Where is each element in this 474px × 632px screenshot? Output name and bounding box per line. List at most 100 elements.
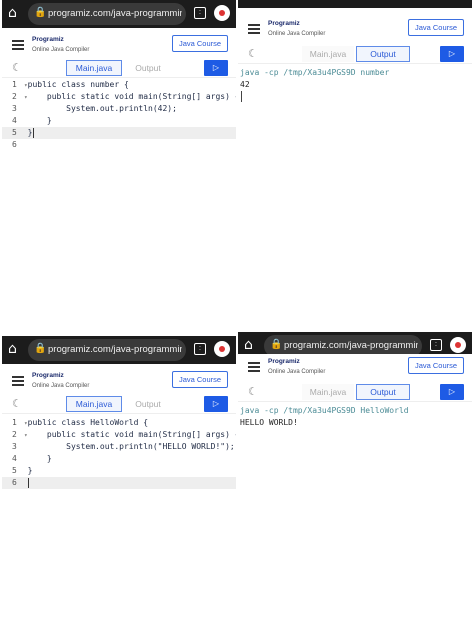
output-cursor [241,91,242,102]
code-editor[interactable]: 1 ▾public class number {2 ▾ public static … [2,79,236,298]
menu-icon[interactable] [12,40,24,50]
code-line[interactable]: 3 System.out.println(42); [2,103,236,115]
code-editor[interactable]: 1 ▾public class HelloWorld {2 ▾ public sta… [2,417,236,632]
line-number: 4 [12,116,17,125]
site-subtitle: Online Java Compiler [268,31,326,37]
editor-toolbar: ☾ Main.java Output ▷ [238,382,472,402]
run-button[interactable]: ▷ [204,60,228,76]
home-icon[interactable]: ⌂ [8,342,22,356]
panel-output-helloworld: ⌂ 🔒 programiz.com/java-programming/on : … [238,332,472,630]
browser-toolbar [238,0,472,8]
record-icon[interactable] [214,341,230,357]
code-line[interactable]: 4 } [2,115,236,127]
java-course-button[interactable]: Java Course [172,35,228,52]
code-line[interactable]: 6 [2,139,236,151]
logo[interactable]: Programiz [268,358,300,365]
tab-switcher-icon[interactable]: : [194,7,206,19]
site-subtitle: Online Java Compiler [268,369,326,375]
logo[interactable]: Programiz [32,372,64,379]
code-line[interactable]: 2 ▾ public static void main(String[] args… [2,429,236,441]
lock-icon: 🔒 [34,7,47,18]
url-text: programiz.com/java-programming/on [48,8,182,19]
code-line[interactable]: 1 ▾public class HelloWorld { [2,417,236,429]
code-text: } [27,466,33,475]
line-number: 2 [12,92,17,101]
home-icon[interactable]: ⌂ [244,338,258,352]
run-button[interactable]: ▷ [204,396,228,412]
output-command: java -cp /tmp/Xa3u4PGS9D number [240,68,390,77]
panel-output-number: Programiz Online Java Compiler Java Cour… [238,0,472,298]
tab-output[interactable]: Output [124,396,172,412]
tab-output[interactable]: Output [124,60,172,76]
site-header: Programiz Online Java Compiler Java Cour… [238,354,472,382]
address-bar[interactable]: 🔒 programiz.com/java-programming/on [28,3,186,25]
line-number: 6 [12,478,17,487]
line-number: 1 [12,80,17,89]
url-text: programiz.com/java-programming/on [48,344,182,355]
code-text: } [27,116,52,125]
code-text: System.out.println("HELLO WORLD!"); [27,442,235,451]
menu-icon[interactable] [248,24,260,34]
moon-icon[interactable]: ☾ [12,397,22,410]
tab-main-java[interactable]: Main.java [66,60,122,76]
site-header: Programiz Online Java Compiler Java Cour… [238,16,472,44]
code-line[interactable]: 6 [2,477,236,489]
tab-switcher-icon[interactable]: : [430,339,442,351]
moon-icon[interactable]: ☾ [12,61,22,74]
tab-output[interactable]: Output [356,384,410,400]
code-text: } [27,128,33,137]
logo[interactable]: Programiz [268,20,300,27]
address-bar[interactable]: 🔒 programiz.com/java-programming/on [28,339,186,361]
line-number: 2 [12,430,17,439]
code-line[interactable]: 5 } [2,127,236,139]
output-command: java -cp /tmp/Xa3u4PGS9D HelloWorld [240,406,409,415]
logo[interactable]: Programiz [32,36,64,43]
code-line[interactable]: 1 ▾public class number { [2,79,236,91]
java-course-button[interactable]: Java Course [408,357,464,374]
run-button[interactable]: ▷ [440,384,464,400]
output-result: 42 [240,80,250,89]
menu-icon[interactable] [248,362,260,372]
java-course-button[interactable]: Java Course [408,19,464,36]
home-icon[interactable]: ⌂ [8,6,22,20]
tab-output[interactable]: Output [356,46,410,62]
code-line[interactable]: 3 System.out.println("HELLO WORLD!"); [2,441,236,453]
run-button[interactable]: ▷ [440,46,464,62]
java-course-button[interactable]: Java Course [172,371,228,388]
code-line[interactable]: 2 ▾ public static void main(String[] args… [2,91,236,103]
browser-toolbar: ⌂ 🔒 programiz.com/java-programming/on : [2,336,236,364]
code-text: public class HelloWorld { [27,418,149,427]
site-header: Programiz Online Java Compiler Java Cour… [2,368,236,396]
line-number: 3 [12,442,17,451]
code-line[interactable]: 4 } [2,453,236,465]
code-text: public class number { [27,80,129,89]
site-header: Programiz Online Java Compiler Java Cour… [2,32,236,60]
record-icon[interactable] [450,337,466,353]
line-number: 6 [12,140,17,149]
line-number: 3 [12,104,17,113]
browser-toolbar: ⌂ 🔒 programiz.com/java-programming/on : [2,0,236,28]
tab-main-java[interactable]: Main.java [66,396,122,412]
line-number: 5 [12,466,17,475]
tab-main-java[interactable]: Main.java [302,46,354,62]
tab-main-java[interactable]: Main.java [302,384,354,400]
panel-editor-number: ⌂ 🔒 programiz.com/java-programming/on : … [2,0,236,298]
moon-icon[interactable]: ☾ [248,47,258,60]
output-result: HELLO WORLD! [240,418,298,427]
editor-toolbar: ☾ Main.java Output ▷ [2,394,236,414]
record-icon[interactable] [214,5,230,21]
tab-switcher-icon[interactable]: : [194,343,206,355]
menu-icon[interactable] [12,376,24,386]
code-line[interactable]: 5 } [2,465,236,477]
code-text: } [27,454,52,463]
text-cursor [28,478,29,488]
lock-icon: 🔒 [34,343,47,354]
site-subtitle: Online Java Compiler [32,47,90,53]
url-text: programiz.com/java-programming/on [284,340,418,351]
fold-toggle-icon [24,142,28,149]
moon-icon[interactable]: ☾ [248,385,258,398]
lock-icon: 🔒 [270,339,283,350]
editor-toolbar: ☾ Main.java Output ▷ [2,58,236,78]
code-text: System.out.println(42); [27,104,177,113]
line-number: 4 [12,454,17,463]
